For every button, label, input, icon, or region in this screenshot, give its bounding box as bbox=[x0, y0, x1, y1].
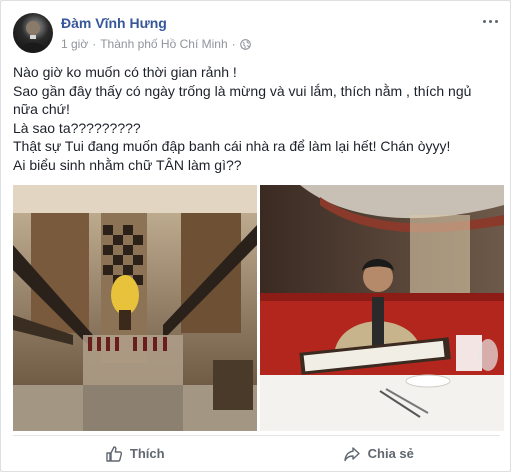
share-icon bbox=[343, 445, 361, 463]
photo-man-reading-menu[interactable] bbox=[260, 185, 504, 431]
post-header: Đàm Vĩnh Hưng 1 giờ · Thành phố Hồ Chí M… bbox=[13, 11, 500, 55]
like-label: Thích bbox=[129, 446, 165, 461]
post-card: Đàm Vĩnh Hưng 1 giờ · Thành phố Hồ Chí M… bbox=[0, 0, 511, 472]
more-options-icon[interactable] bbox=[480, 15, 500, 29]
post-text: Nào giờ ko muốn có thời gian rảnh ! Sao … bbox=[13, 63, 493, 174]
like-button[interactable]: Thích bbox=[13, 436, 257, 471]
post-line-5: Ai biểu sinh nhằm chữ TÂN làm gì?? bbox=[13, 156, 242, 173]
meta-separator: · bbox=[92, 37, 97, 51]
post-actions: Thích Chia sẻ bbox=[13, 435, 500, 471]
post-line-4: Thật sự Tui đang muốn đập banh cái nhà r… bbox=[13, 138, 451, 154]
post-time[interactable]: 1 giờ bbox=[61, 37, 88, 51]
post-line-2: Sao gần đây thấy có ngày trống là mừng v… bbox=[13, 82, 476, 118]
author-name[interactable]: Đàm Vĩnh Hưng bbox=[61, 15, 167, 31]
post-meta: 1 giờ · Thành phố Hồ Chí Minh · bbox=[61, 37, 251, 51]
photo-grid bbox=[13, 185, 504, 431]
share-label: Chia sẻ bbox=[367, 446, 414, 461]
meta-separator-2: · bbox=[231, 37, 236, 51]
post-line-3: Là sao ta????????? bbox=[13, 119, 141, 136]
globe-icon[interactable] bbox=[239, 38, 251, 50]
photo-house-interior[interactable] bbox=[13, 185, 257, 431]
share-button[interactable]: Chia sẻ bbox=[257, 436, 501, 471]
avatar[interactable] bbox=[13, 13, 53, 53]
post-line-1: Nào giờ ko muốn có thời gian rảnh ! bbox=[13, 64, 237, 80]
post-location[interactable]: Thành phố Hồ Chí Minh bbox=[100, 37, 227, 51]
thumbs-up-icon bbox=[105, 445, 123, 463]
